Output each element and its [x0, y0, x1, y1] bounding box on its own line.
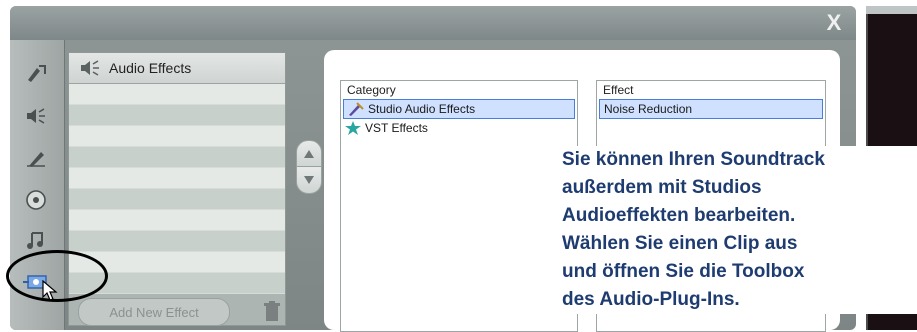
effect-slot[interactable] — [69, 231, 285, 252]
caption-line: und öffnen Sie die Toolbox — [562, 261, 805, 282]
add-new-effect-button[interactable]: Add New Effect — [78, 298, 230, 326]
caption-line: außerdem mit Studios — [562, 177, 762, 198]
category-item-label: Studio Audio Effects — [368, 102, 476, 116]
effect-slot[interactable] — [69, 84, 285, 105]
effect-slot[interactable] — [69, 168, 285, 189]
star-icon — [345, 121, 361, 135]
category-list: Category Studio Audio Effects VST Effect… — [340, 80, 578, 332]
scroll-up-button[interactable] — [296, 140, 322, 168]
close-button[interactable]: X — [822, 12, 846, 34]
speaker-icon — [27, 108, 45, 124]
wrench-tools-icon — [349, 102, 364, 116]
caption-line: Audioeffekten bearbeiten. — [562, 205, 796, 226]
effect-header: Effect — [603, 83, 634, 97]
scroll-down-button[interactable] — [296, 166, 322, 194]
title-bar: X — [10, 6, 856, 40]
effect-slot[interactable] — [69, 105, 285, 126]
effect-item-noise-reduction[interactable]: Noise Reduction — [599, 99, 823, 119]
caption-line: des Audio-Plug-Ins. — [562, 289, 740, 310]
trash-icon[interactable] — [262, 300, 282, 322]
audio-effects-title: Audio Effects — [109, 60, 192, 76]
disc-icon — [26, 190, 46, 210]
category-header: Category — [347, 83, 396, 97]
effect-slot[interactable] — [69, 147, 285, 168]
audio-effects-header: Audio Effects — [69, 53, 285, 84]
arrow-down-icon — [304, 176, 314, 184]
audio-tool-button[interactable] — [20, 102, 52, 130]
category-item-vst-effects[interactable]: VST Effects — [341, 119, 577, 137]
mouse-cursor-icon — [42, 280, 58, 301]
brush-icon — [27, 152, 45, 167]
category-item-label: VST Effects — [365, 121, 428, 135]
music-note-icon — [27, 232, 43, 249]
arrow-up-icon — [304, 150, 314, 158]
speaker-icon — [81, 60, 99, 76]
caption-line: Wählen Sie einen Clip aus — [562, 233, 798, 254]
caption-line: Sie können Ihren Soundtrack — [562, 149, 825, 170]
preview-frame-top — [866, 6, 917, 14]
effect-slot[interactable] — [69, 126, 285, 147]
effect-slot[interactable] — [69, 189, 285, 210]
title-tool-button[interactable] — [20, 144, 52, 172]
video-edit-icon — [28, 65, 46, 82]
effect-slot[interactable] — [69, 210, 285, 231]
category-item-studio-audio-effects[interactable]: Studio Audio Effects — [343, 99, 575, 119]
video-edit-tool-button[interactable] — [20, 60, 52, 88]
disc-tool-button[interactable] — [20, 186, 52, 214]
tutorial-caption: Sie können Ihren Soundtrack außerdem mit… — [560, 146, 917, 314]
